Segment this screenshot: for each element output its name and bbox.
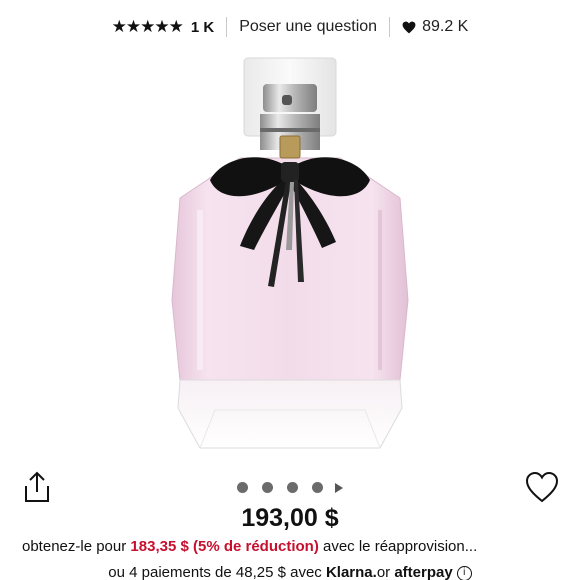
or-text: or [376, 564, 391, 580]
carousel-dot[interactable] [237, 482, 248, 493]
carousel-dot[interactable] [312, 482, 323, 493]
divider [389, 17, 391, 37]
carousel-dot[interactable] [287, 482, 298, 493]
product-meta-bar: ★★★★★ 1 K Poser une question 89.2 K [0, 12, 580, 42]
carousel-dot[interactable] [262, 482, 273, 493]
carousel-more-icon[interactable] [335, 482, 343, 493]
offer-suffix: avec le réapprovision... [323, 538, 478, 555]
info-icon[interactable]: i [456, 565, 472, 580]
image-controls [0, 470, 580, 506]
heart-outline-icon[interactable] [524, 470, 560, 504]
perfume-bottle-image[interactable] [140, 50, 440, 450]
afterpay-logo[interactable]: afterpay [394, 564, 452, 580]
installments-info: ou 4 paiements de 48,25 $ avec Klarna.or… [0, 564, 580, 580]
ask-question-link[interactable]: Poser une question [239, 18, 377, 36]
installments-text: ou 4 paiements de 48,25 $ avec [108, 564, 322, 580]
loves-count: 89.2 K [422, 18, 469, 35]
star-rating[interactable]: ★★★★★ [112, 17, 184, 37]
auto-replenish-offer[interactable]: obtenez-le pour 183,35 $ (5% de réductio… [22, 538, 562, 555]
offer-sale-price: 183,35 $ (5% de réduction) [130, 538, 319, 555]
divider [226, 17, 228, 37]
product-price: 193,00 $ [241, 504, 339, 532]
heart-filled-icon [402, 21, 416, 33]
review-count[interactable]: 1 K [191, 19, 214, 36]
offer-prefix: obtenez-le pour [22, 538, 127, 555]
loves-counter[interactable]: 89.2 K [402, 18, 468, 36]
carousel-indicator [0, 482, 580, 493]
klarna-logo[interactable]: Klarna. [326, 564, 377, 580]
